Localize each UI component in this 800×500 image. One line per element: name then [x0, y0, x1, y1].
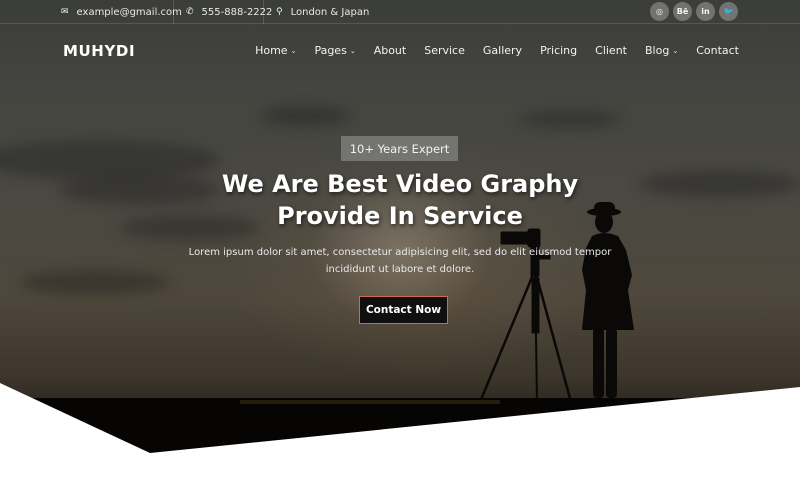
- nav-item-blog[interactable]: Blog ⌄: [645, 44, 678, 57]
- dribbble-icon[interactable]: ◎: [650, 2, 669, 21]
- nav-item-contact[interactable]: Contact: [696, 44, 739, 57]
- nav-item-home[interactable]: Home ⌄: [255, 44, 296, 57]
- hero-description: Lorem ipsum dolor sit amet, consectetur …: [188, 247, 612, 275]
- map-marker-icon: ⚲: [276, 7, 283, 17]
- main-navigation: Home ⌄ Pages ⌄ About Service Gallery Pri…: [255, 44, 739, 57]
- nav-label: Client: [595, 44, 627, 57]
- location-text: London & Japan: [290, 6, 370, 18]
- hero-title: We Are Best Video Graphy Provide In Serv…: [150, 168, 650, 232]
- hero-title-line-2: Provide In Service: [277, 202, 523, 230]
- twitter-icon[interactable]: 🐦: [719, 2, 738, 21]
- nav-item-about[interactable]: About: [374, 44, 407, 57]
- experience-badge: 10+ Years Expert: [341, 136, 458, 161]
- nav-item-client[interactable]: Client: [595, 44, 627, 57]
- linkedin-icon[interactable]: in: [696, 2, 715, 21]
- nav-item-pricing[interactable]: Pricing: [540, 44, 577, 57]
- email-contact[interactable]: ✉ example@gmail.com: [61, 0, 182, 24]
- nav-label: Home: [255, 44, 288, 57]
- nav-item-service[interactable]: Service: [424, 44, 465, 57]
- site-logo[interactable]: MUHYDI: [63, 42, 135, 60]
- nav-label: Blog: [645, 44, 670, 57]
- nav-label: Contact: [696, 44, 739, 57]
- nav-label: Service: [424, 44, 465, 57]
- social-links: ◎ Bē in 🐦: [650, 2, 738, 21]
- nav-label: Gallery: [482, 44, 523, 57]
- email-text[interactable]: example@gmail.com: [77, 7, 182, 18]
- top-info-bar: ✉ example@gmail.com ✆ 555-888-2222 ⚲ Lon…: [0, 0, 800, 24]
- phone-icon: ✆: [186, 7, 194, 17]
- nav-label: About: [373, 44, 407, 57]
- chevron-down-icon: ⌄: [290, 46, 297, 55]
- behance-icon[interactable]: Bē: [673, 2, 692, 21]
- hero-title-line-1: We Are Best Video Graphy: [221, 170, 579, 198]
- location-contact: ⚲ London & Japan: [276, 0, 369, 24]
- chevron-down-icon: ⌄: [672, 46, 679, 55]
- chevron-down-icon: ⌄: [349, 46, 356, 55]
- phone-text[interactable]: 555-888-2222: [202, 7, 273, 18]
- nav-label: Pricing: [540, 44, 578, 57]
- divider: [173, 0, 174, 24]
- phone-contact[interactable]: ✆ 555-888-2222: [186, 0, 272, 24]
- divider: [263, 0, 264, 24]
- envelope-icon: ✉: [61, 7, 69, 17]
- contact-now-button[interactable]: Contact Now: [359, 296, 448, 324]
- nav-item-pages[interactable]: Pages ⌄: [314, 44, 355, 57]
- nav-label: Pages: [314, 44, 347, 57]
- nav-item-gallery[interactable]: Gallery: [483, 44, 522, 57]
